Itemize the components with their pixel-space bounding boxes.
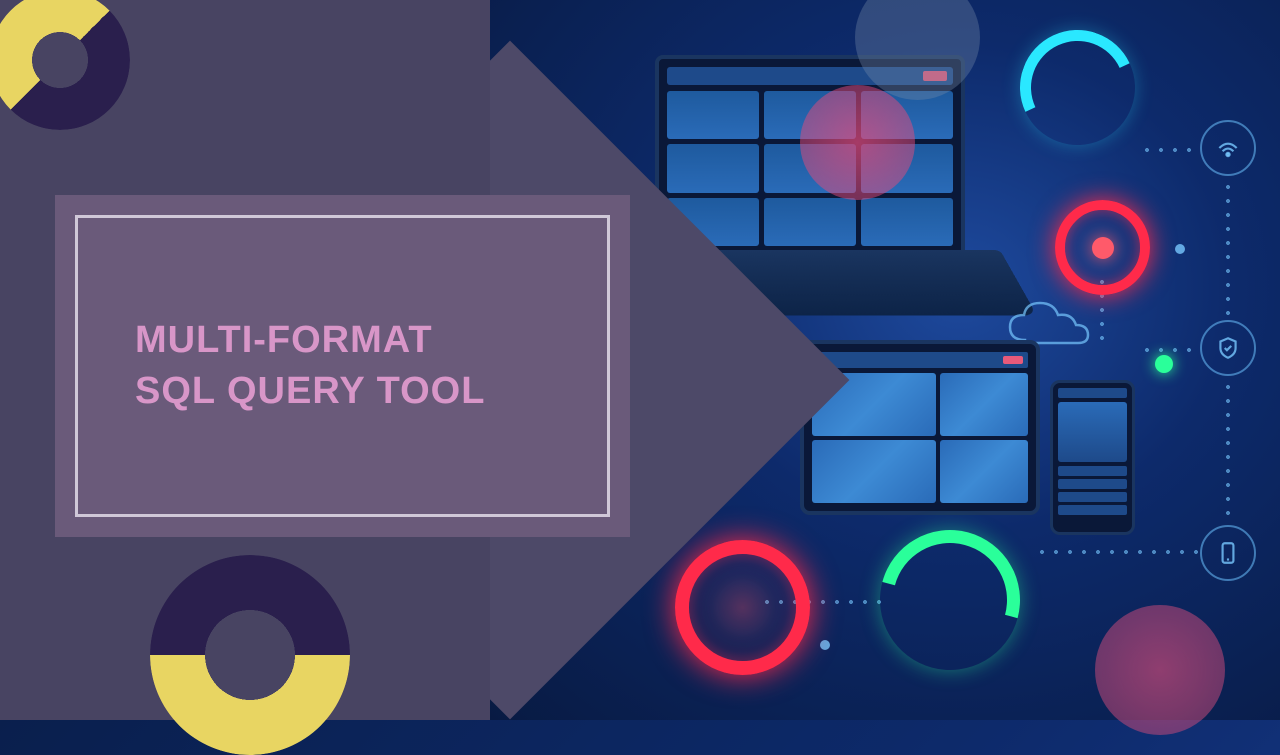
ring-decoration <box>150 555 350 755</box>
connector-line <box>1226 180 1230 320</box>
pink-bubble-decoration <box>1095 605 1225 735</box>
phone-illustration <box>1050 380 1135 535</box>
title-card: MULTI-FORMAT SQL QUERY TOOL <box>55 195 630 537</box>
connector-node <box>1175 244 1185 254</box>
mobile-icon <box>1200 525 1256 581</box>
connector-line <box>1226 380 1230 525</box>
connector-line <box>1140 148 1200 152</box>
red-ring-decoration <box>675 540 810 675</box>
red-glow-node <box>1055 200 1150 295</box>
shield-icon <box>1200 320 1256 376</box>
hero-title: MULTI-FORMAT SQL QUERY TOOL <box>95 315 485 418</box>
connector-line <box>1140 348 1200 352</box>
connector-line <box>1035 550 1200 554</box>
green-node <box>1155 355 1173 373</box>
title-line-2: SQL QUERY TOOL <box>135 366 485 417</box>
wifi-icon <box>1200 120 1256 176</box>
title-line-1: MULTI-FORMAT <box>135 315 485 366</box>
connector-node <box>820 640 830 650</box>
pink-bubble-decoration <box>800 85 915 200</box>
